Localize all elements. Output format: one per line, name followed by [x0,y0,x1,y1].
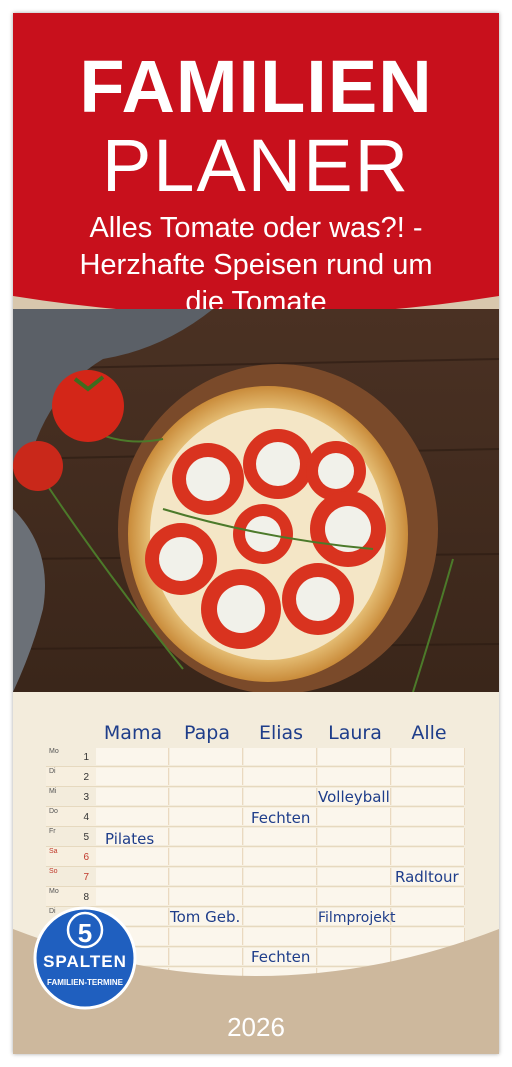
badge-word: SPALTEN [43,952,127,971]
planner-cell [244,748,317,765]
planner-cell [392,768,465,785]
day-number: 7 [83,872,89,883]
planner-cell [392,788,465,805]
planner-cell [170,868,243,885]
planner-cell [96,888,169,905]
entry-fechten: Fechten [251,809,311,827]
planner-cell [96,788,169,805]
planner-cell [170,808,243,825]
day-number: 8 [83,892,89,903]
day-number: 1 [83,752,89,763]
planner-cell [244,768,317,785]
year-label: 2026 [227,1012,285,1042]
day-row-weekend: Sa 6 [46,847,465,867]
planner-cell [318,828,391,845]
planner-cell [392,808,465,825]
planner-cell [244,848,317,865]
subtitle-line-2: Herzhafte Speisen rund um [79,249,433,281]
day-row: Di 2 [46,767,465,787]
entry-fechten: Fechten [251,948,311,966]
badge-subtext: FAMILIEN-TERMINE [47,978,123,987]
planner-cell [244,908,317,925]
planner-cell [170,968,243,985]
planner-cell [170,988,243,1005]
planner-cell [244,788,317,805]
entry-radltour: Radltour [395,868,459,886]
day-number: 3 [83,792,89,803]
planner-cell [170,848,243,865]
planner-cell [392,948,465,965]
planner-cell [392,908,465,925]
planner-cell [392,828,465,845]
day-name: So [49,868,58,875]
planner-cell [244,928,317,945]
planner-cell [170,828,243,845]
planner-cell [318,808,391,825]
day-number: 4 [83,812,89,823]
planner-cell [318,768,391,785]
planner-cell [318,748,391,765]
day-name: Do [49,808,58,815]
planner-cell [244,968,317,985]
planner-cell [170,748,243,765]
planner-cell [96,848,169,865]
badge-number: 5 [77,918,93,948]
day-row: Mi 3 [46,787,465,807]
planner-cell [244,868,317,885]
planner-cell [318,888,391,905]
planner-cell [392,848,465,865]
columns-badge: 5 SPALTEN FAMILIEN-TERMINE [33,906,137,1010]
day-row: Mo 8 [46,887,465,907]
planner-cell [170,928,243,945]
planner-cell [244,888,317,905]
planner-cell [318,848,391,865]
planner-cell [170,788,243,805]
planner-cell [318,868,391,885]
day-number: 5 [83,832,89,843]
calendar-cover: FAMILIEN PLANER Alles Tomate oder was?! … [13,13,499,1054]
entry-es: es [135,970,153,988]
header-banner: FAMILIEN PLANER Alles Tomate oder was?! … [13,13,499,323]
planner-cell [170,888,243,905]
planner-cell [96,748,169,765]
planner-cell [96,768,169,785]
title-planer: PLANER [101,124,411,207]
planner-cell [318,988,391,1005]
day-number: 2 [83,772,89,783]
planner-cell [170,768,243,785]
planner-cell [392,928,465,945]
planner-cell [392,968,465,985]
day-row: Mo 1 [46,747,465,767]
planner-cell [318,948,391,965]
entry-filmprojekt: Filmprojekt [318,910,396,926]
day-name: Mi [49,788,57,795]
day-name: Mo [49,748,59,755]
day-name: Sa [49,848,58,855]
planner-cell [392,888,465,905]
day-name: Di [49,768,56,775]
planner-cell [170,948,243,965]
planner-cell [318,968,391,985]
subtitle: Alles Tomate oder was?! - Herzhafte Spei… [13,210,499,321]
planner-cell [96,808,169,825]
planner-cell [96,868,169,885]
planner-cell [392,988,465,1005]
title-familien: FAMILIEN [79,45,433,128]
entry-tom-geb: Tom Geb. [170,908,241,926]
planner-cell [244,988,317,1005]
planner-cell [318,928,391,945]
subtitle-line-1: Alles Tomate oder was?! - [89,212,423,244]
day-number: 6 [83,852,89,863]
planner-cell [244,828,317,845]
planner-cell [392,748,465,765]
entry-volleyball: Volleyball [318,788,390,806]
day-name: Mo [49,888,59,895]
tart-photo [13,309,499,692]
day-name: Fr [49,828,56,835]
entry-pilates: Pilates [105,830,155,848]
